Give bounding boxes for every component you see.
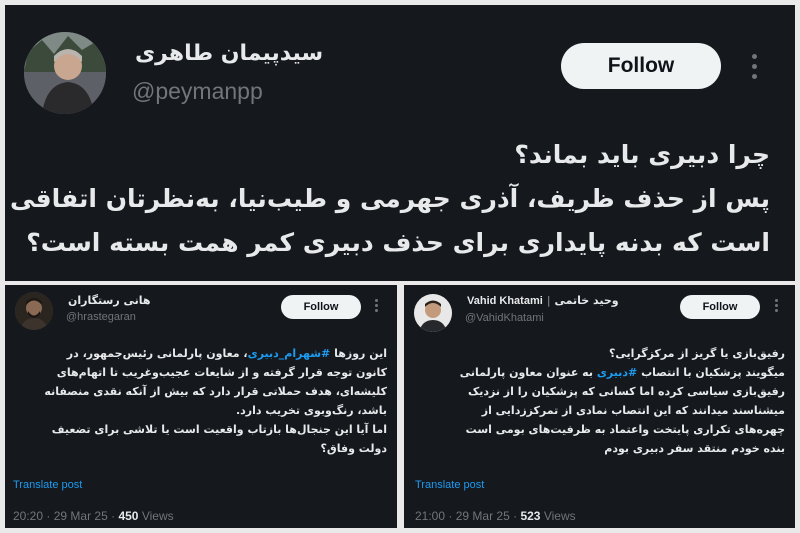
follow-button[interactable]: Follow [680, 295, 760, 319]
display-name[interactable]: هانی رستگاران [68, 294, 151, 307]
tweet-line: اما آیا این جنجال‌ها بازتاب واقعیت است ی… [51, 423, 387, 436]
user-handle[interactable]: @VahidKhatami [465, 312, 544, 324]
profile-photo-icon [24, 32, 106, 114]
tweet-text-segment: به عنوان معاون پارلمانی [459, 366, 597, 379]
avatar[interactable] [15, 292, 53, 330]
tweet-line: است که بدنه پایداری برای حذف دبیری کمر ه… [26, 228, 770, 257]
more-options-icon[interactable] [375, 299, 379, 313]
left-tweet-card: هانی رستگاران @hrastegaran Follow این رو… [5, 285, 397, 528]
top-tweet-card: سیدپیمان طاهری @peymanpp Follow چرا دبیر… [5, 5, 795, 281]
views-label: Views [141, 509, 174, 523]
tweet-line: دولت وفاق؟ [320, 442, 387, 455]
right-tweet-card: Vahid Khatami | وحید خاتمی @VahidKhatami… [404, 285, 795, 528]
tweet-line: چهره‌های تکراری پایتخت واعتماد به ظرفیت‌… [465, 423, 785, 436]
translate-post-link[interactable]: Translate post [13, 479, 82, 491]
user-handle[interactable]: @hrastegaran [66, 311, 136, 323]
hashtag-link[interactable]: #دبیری [597, 366, 637, 379]
tweet-line: باشد، رنگ‌وبوی تخریب دارد. [235, 404, 387, 417]
view-count: 450 [118, 509, 139, 523]
tweet-line: کلیشه‌ای، هدف حملاتی قرار دارد که بیش از… [44, 385, 387, 398]
tweet-line: این روزها #شهرام_دبیری، معاون پارلمانی ر… [44, 344, 387, 363]
tweet-text-segment: این روزها [330, 347, 387, 360]
hashtag-link[interactable]: #شهرام_دبیری [248, 347, 331, 360]
tweet-text: چرا دبیری باید بماند؟ پس از حذف ظریف، آذ… [10, 133, 770, 265]
display-name[interactable]: Vahid Khatami | وحید خاتمی [467, 294, 619, 307]
tweet-text: این روزها #شهرام_دبیری، معاون پارلمانی ر… [44, 344, 387, 458]
tweet-text-segment: میگویند پزشکیان با انتصاب [637, 366, 785, 379]
post-metadata: 20:20 · 29 Mar 25 · 450 Views [13, 509, 174, 523]
tweet-text: رفیق‌بازی یا گریز از مرکزگرایی؟ میگویند … [460, 344, 785, 458]
display-name[interactable]: سیدپیمان طاهری [135, 41, 323, 66]
more-options-icon[interactable] [751, 54, 759, 80]
tweet-line: چرا دبیری باید بماند؟ [514, 140, 770, 169]
post-metadata: 21:00 · 29 Mar 25 · 523 Views [415, 509, 576, 523]
more-options-icon[interactable] [775, 299, 779, 313]
display-name-fa: وحید خاتمی [554, 294, 619, 307]
tweet-line: کانون توجه قرار گرفته و از شایعات عجیب‌و… [56, 366, 387, 379]
translate-post-link[interactable]: Translate post [415, 479, 484, 491]
follow-button[interactable]: Follow [561, 43, 721, 89]
avatar[interactable] [414, 294, 452, 332]
post-date[interactable]: 29 Mar 25 [54, 509, 108, 523]
profile-photo-icon [414, 294, 452, 332]
tweet-line: میشناسند میدانند که این انتصاب نمادی از … [481, 404, 785, 417]
views-label: Views [543, 509, 576, 523]
post-time[interactable]: 20:20 [13, 509, 43, 523]
tweet-line: رفیق‌بازی سیاسی کرده اما کسانی که پزشکیا… [467, 385, 785, 398]
tweet-line: میگویند پزشکیان با انتصاب #دبیری به عنوا… [460, 363, 785, 382]
avatar[interactable] [24, 32, 106, 114]
tweet-line: پس از حذف ظریف، آذری جهرمی و طیب‌نیا، به… [9, 184, 770, 213]
tweet-text-segment: ، معاون پارلمانی رئیس‌جمهور، در [66, 347, 248, 360]
name-separator: | [546, 294, 555, 307]
tweet-line: بنده خودم منتقد سفر دبیری بودم [604, 442, 785, 455]
user-handle[interactable]: @peymanpp [132, 78, 263, 105]
post-time[interactable]: 21:00 [415, 509, 445, 523]
view-count: 523 [520, 509, 541, 523]
tweet-line: رفیق‌بازی یا گریز از مرکزگرایی؟ [608, 347, 785, 360]
post-date[interactable]: 29 Mar 25 [456, 509, 510, 523]
display-name-en: Vahid Khatami [467, 295, 543, 307]
follow-button[interactable]: Follow [281, 295, 361, 319]
profile-photo-icon [15, 292, 53, 330]
